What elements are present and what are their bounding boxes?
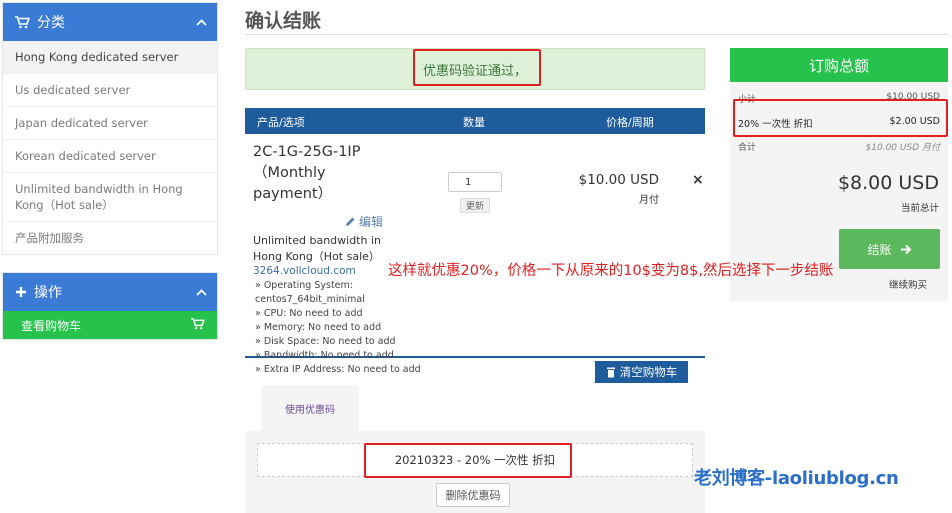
remove-item-button[interactable]: × <box>692 172 704 188</box>
shopping-cart-icon <box>191 317 205 333</box>
item-billing-cycle: 月付 <box>639 195 659 206</box>
view-cart-link[interactable]: 查看购物车 <box>3 311 217 339</box>
cart-table-header: 产品/选项 数量 价格/周期 <box>245 108 705 134</box>
config-line: » Bandwidth: No need to add <box>255 350 394 361</box>
edit-label: 编辑 <box>359 215 384 229</box>
continue-shopping-link[interactable]: 继续购买 <box>889 277 927 291</box>
total-due-value: $8.00 USD <box>837 172 939 194</box>
item-price: $10.00 USD <box>578 172 659 188</box>
cart-item-row: 2C-1G-25G-1IP（Monthly payment） 编辑 Unlimi… <box>245 134 705 375</box>
actions-panel-header[interactable]: 操作 <box>3 273 217 311</box>
empty-cart-button[interactable]: 清空购物车 <box>595 361 688 383</box>
promo-code-tab[interactable]: 使用优惠码 <box>261 385 359 431</box>
trash-icon <box>606 367 616 378</box>
arrow-right-icon <box>900 244 912 255</box>
sidebar-item-korean-dedicated[interactable]: Korean dedicated server <box>3 140 217 173</box>
header-qty: 数量 <box>463 116 485 129</box>
edit-link[interactable]: 编辑 <box>345 213 383 230</box>
total-due-label: 当前总计 <box>900 203 939 214</box>
sidebar-item-addons[interactable]: 产品附加服务 <box>3 222 217 254</box>
config-line: » Operating System: <box>255 280 353 291</box>
recurring-total-label: 合计 <box>738 143 757 153</box>
pencil-icon <box>345 216 356 227</box>
remove-promo-button[interactable]: 删除优惠码 <box>436 483 510 507</box>
config-line: » Extra IP Address: No need to add <box>255 364 421 375</box>
chevron-up-icon[interactable] <box>196 18 207 26</box>
actions-panel: 操作 查看购物车 <box>2 272 218 340</box>
recurring-total-value: $10.00 USD 月付 <box>865 143 940 153</box>
plus-icon <box>15 286 27 298</box>
order-summary-title: 订购总额 <box>730 48 948 82</box>
recurring-total-row: 合计 $10.00 USD 月付 <box>738 140 940 153</box>
checkout-button[interactable]: 结账 <box>839 229 940 269</box>
discount-highlight-box <box>733 99 948 137</box>
quantity-input[interactable] <box>448 172 502 192</box>
alert-highlight-box <box>413 49 541 86</box>
title-divider <box>245 34 948 35</box>
annotation-note: 这样就优惠20%，价格一下从原来的10$变为8$,然后选择下一步结账 <box>388 263 834 279</box>
page-title: 确认结账 <box>245 10 322 32</box>
update-qty-button[interactable]: 更新 <box>460 198 490 213</box>
header-price: 价格/周期 <box>606 116 654 129</box>
empty-cart-label: 清空购物车 <box>619 365 678 379</box>
config-line: » Memory: No need to add <box>255 322 382 333</box>
actions-panel-title: 操作 <box>34 285 62 301</box>
sidebar-item-us-dedicated[interactable]: Us dedicated server <box>3 74 217 107</box>
view-cart-label: 查看购物车 <box>21 318 82 333</box>
config-line: » CPU: No need to add <box>255 308 363 319</box>
product-domain: 3264.vollcloud.com <box>253 265 356 277</box>
promo-code-highlight-box <box>364 443 572 478</box>
sidebar-item-unlimited-bandwidth[interactable]: Unlimited bandwidth in Hong Kong（Hot sal… <box>3 173 217 222</box>
header-product: 产品/选项 <box>257 116 305 129</box>
sidebar-item-japan-dedicated[interactable]: Japan dedicated server <box>3 107 217 140</box>
category-panel: 分类 Hong Kong dedicated server Us dedicat… <box>2 2 218 255</box>
cart-table: 产品/选项 数量 价格/周期 2C-1G-25G-1IP（Monthly pay… <box>245 108 705 375</box>
watermark: 老刘博客-laoliublog.cn <box>694 468 899 489</box>
config-line: centos7_64bit_minimal <box>255 294 365 305</box>
category-panel-title: 分类 <box>37 15 65 31</box>
shopping-cart-icon <box>15 15 30 29</box>
chevron-up-icon[interactable] <box>196 288 207 296</box>
config-line: » Disk Space: No need to add <box>255 336 396 347</box>
checkout-label: 结账 <box>867 242 892 257</box>
product-name: 2C-1G-25G-1IP（Monthly payment） <box>253 144 361 202</box>
sidebar-item-hong-kong-dedicated[interactable]: Hong Kong dedicated server <box>3 41 217 74</box>
category-panel-header[interactable]: 分类 <box>3 3 217 41</box>
